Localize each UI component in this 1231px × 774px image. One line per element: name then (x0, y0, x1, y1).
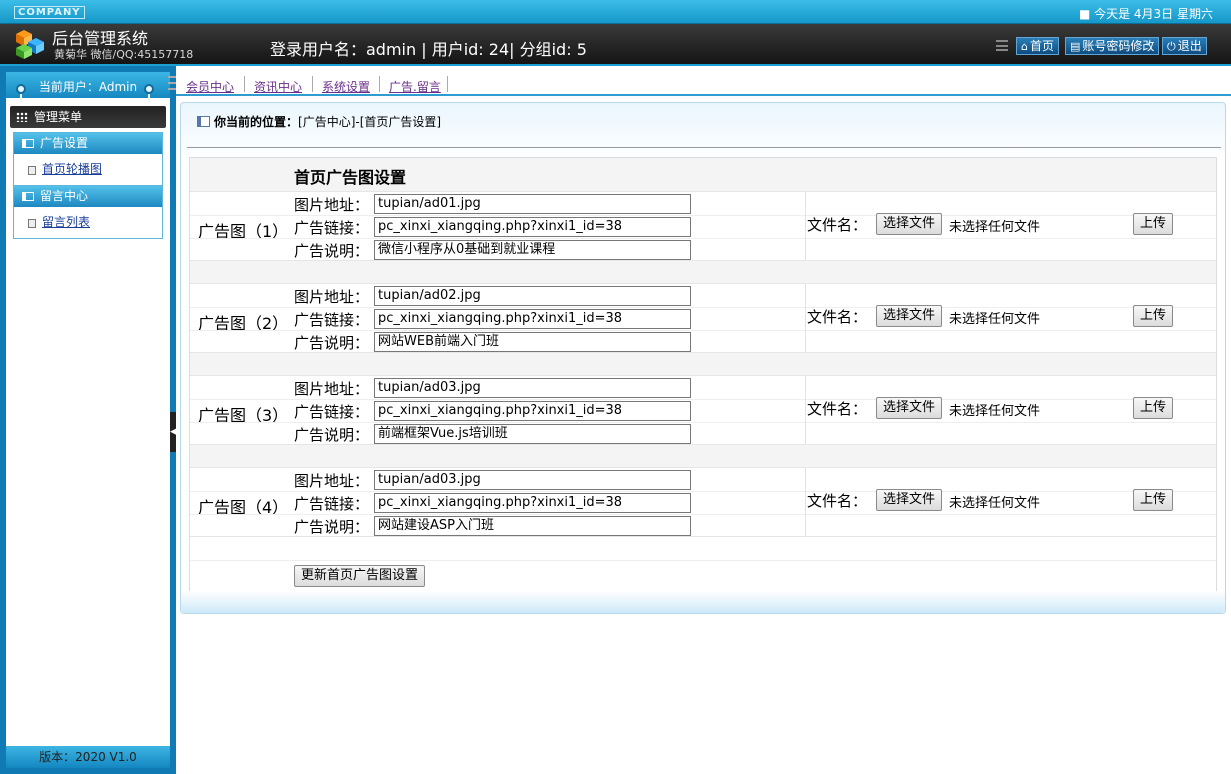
sidebar-group-header[interactable]: 留言中心 (14, 186, 162, 207)
divider (187, 147, 1221, 148)
ad-desc-input[interactable]: 前端框架Vue.js培训班 (374, 424, 691, 444)
ad-link-label: 广告链接： (294, 495, 370, 513)
page-icon (28, 166, 36, 175)
breadcrumb: 你当前的位置：[广告中心]-[首页广告设置] (197, 113, 441, 130)
ad-link-input[interactable]: pc_xinxi_xiangqing.php?xinxi1_id=38 (374, 309, 691, 329)
panel-footer (181, 591, 1225, 613)
account-icon: ▤ (1070, 40, 1081, 53)
nav-divider (312, 76, 313, 92)
nav-divider (447, 76, 448, 92)
no-file-text: 未选择任何文件 (949, 312, 1041, 327)
filename-label: 文件名： (807, 216, 868, 234)
choose-file-button[interactable]: 选择文件 (876, 397, 943, 419)
filename-label: 文件名： (807, 492, 868, 510)
header-topbar (0, 0, 1231, 24)
upload-button[interactable]: 上传 (1133, 213, 1174, 235)
image-url-label: 图片地址： (294, 288, 370, 306)
sidebar-item-messages[interactable]: 留言列表 (14, 207, 162, 238)
ad-desc-label: 广告说明： (294, 334, 370, 352)
sidebar-group-ads: 广告设置 首页轮播图 (13, 132, 163, 186)
home-button[interactable]: ⌂ 首页 (1016, 37, 1059, 55)
nav-news-center[interactable]: 资讯中心 (254, 78, 302, 95)
filename-label: 文件名： (807, 400, 868, 418)
image-url-input[interactable]: tupian/ad02.jpg (374, 286, 691, 306)
grid-dots-icon (16, 112, 28, 122)
login-info: 登录用户名：admin | 用户id: 24| 分组id: 5 (270, 40, 587, 59)
nav-system-settings[interactable]: 系统设置 (322, 78, 370, 95)
update-ads-button[interactable]: 更新首页广告图设置 (294, 565, 426, 587)
book-icon (22, 192, 34, 201)
ad-link-input[interactable]: pc_xinxi_xiangqing.php?xinxi1_id=38 (374, 217, 691, 237)
ad-link-input[interactable]: pc_xinxi_xiangqing.php?xinxi1_id=38 (374, 493, 691, 513)
choose-file-button[interactable]: 选择文件 (876, 489, 943, 511)
ad-desc-input[interactable]: 网站WEB前端入门班 (374, 332, 691, 352)
ad-link-label: 广告链接： (294, 403, 370, 421)
no-file-text: 未选择任何文件 (949, 220, 1041, 235)
nav-ads-messages[interactable]: 广告.留言 (389, 78, 441, 95)
ad-settings-form: 首页广告图设置 广告图（1） 图片地址： tupian/ad01.jpg 广告链… (189, 157, 1217, 593)
choose-file-button[interactable]: 选择文件 (876, 305, 943, 327)
date-text: ■ 今天是 4月3日 星期六 (1078, 7, 1213, 21)
cube-logo-icon (16, 30, 44, 59)
menu-title: 管理菜单 (10, 106, 166, 128)
company-logo-text: COMPANY (14, 6, 85, 19)
settings-panel: 你当前的位置：[广告中心]-[首页广告设置] 首页广告图设置 广告图（1） 图片… (180, 102, 1226, 614)
submit-row: 更新首页广告图设置 (190, 560, 1216, 593)
choose-file-button[interactable]: 选择文件 (876, 213, 943, 235)
nav-divider (244, 76, 245, 92)
nav-divider (379, 76, 380, 92)
sidebar-group-messages: 留言中心 留言列表 (13, 185, 163, 239)
ad-row: 广告图（2） 图片地址： tupian/ad02.jpg 广告链接： pc_xi… (190, 283, 1216, 353)
ad-row: 广告图（3） 图片地址： tupian/ad03.jpg 广告链接： pc_xi… (190, 375, 1216, 445)
filename-label: 文件名： (807, 308, 868, 326)
pin-icon (144, 84, 154, 102)
menu-lines-icon (996, 40, 1008, 51)
nav-grip-icon (168, 76, 176, 90)
image-url-label: 图片地址： (294, 196, 370, 214)
sidebar-item-carousel[interactable]: 首页轮播图 (14, 154, 162, 185)
sidebar-group-header[interactable]: 广告设置 (14, 133, 162, 154)
home-icon: ⌂ (1021, 40, 1028, 53)
image-url-input[interactable]: tupian/ad01.jpg (374, 194, 691, 214)
admin-page: COMPANY ■ 今天是 4月3日 星期六 后台管理系统 黄菊华 微信/QQ:… (0, 0, 1231, 774)
ad-row: 广告图（1） 图片地址： tupian/ad01.jpg 广告链接： pc_xi… (190, 191, 1216, 261)
book-icon (22, 139, 34, 148)
ad-desc-label: 广告说明： (294, 518, 370, 536)
image-url-input[interactable]: tupian/ad03.jpg (374, 470, 691, 490)
version-text: 版本：2020 V1.0 (6, 746, 170, 768)
header: COMPANY ■ 今天是 4月3日 星期六 后台管理系统 黄菊华 微信/QQ:… (0, 0, 1231, 66)
main-content: 你当前的位置：[广告中心]-[首页广告设置] 首页广告图设置 广告图（1） 图片… (176, 96, 1231, 774)
page-icon (28, 219, 36, 228)
upload-button[interactable]: 上传 (1133, 397, 1174, 419)
ad-desc-label: 广告说明： (294, 242, 370, 260)
current-user: 当前用户：Admin (6, 72, 170, 102)
upload-button[interactable]: 上传 (1133, 489, 1174, 511)
ad-link-label: 广告链接： (294, 311, 370, 329)
upload-button[interactable]: 上传 (1133, 305, 1174, 327)
ad-desc-input[interactable]: 微信小程序从0基础到就业课程 (374, 240, 691, 260)
form-title: 首页广告图设置 (294, 168, 407, 187)
no-file-text: 未选择任何文件 (949, 496, 1041, 511)
no-file-text: 未选择任何文件 (949, 404, 1041, 419)
ad-link-label: 广告链接： (294, 219, 370, 237)
ad-link-input[interactable]: pc_xinxi_xiangqing.php?xinxi1_id=38 (374, 401, 691, 421)
nav-member-center[interactable]: 会员中心 (186, 78, 234, 95)
sidebar: 当前用户：Admin 管理菜单 广告设置 首页轮播图 留言中心 留言列表 版本：… (0, 66, 176, 774)
ad-desc-input[interactable]: 网站建设ASP入门班 (374, 516, 691, 536)
image-url-input[interactable]: tupian/ad03.jpg (374, 378, 691, 398)
account-password-button[interactable]: ▤ 账号密码修改 (1065, 37, 1160, 55)
ad-row: 广告图（4） 图片地址： tupian/ad03.jpg 广告链接： pc_xi… (190, 467, 1216, 537)
window-icon (197, 116, 210, 127)
sidebar-link[interactable]: 首页轮播图 (42, 162, 102, 176)
sidebar-inner: 当前用户：Admin 管理菜单 广告设置 首页轮播图 留言中心 留言列表 版本：… (6, 72, 170, 768)
power-icon: ⏻ (1167, 40, 1176, 53)
pin-icon (16, 84, 26, 102)
logout-button[interactable]: ⏻ 退出 (1162, 37, 1207, 55)
image-url-label: 图片地址： (294, 380, 370, 398)
system-subtitle: 黄菊华 微信/QQ:45157718 (54, 48, 194, 61)
ad-desc-label: 广告说明： (294, 426, 370, 444)
sidebar-link[interactable]: 留言列表 (42, 215, 90, 229)
image-url-label: 图片地址： (294, 472, 370, 490)
